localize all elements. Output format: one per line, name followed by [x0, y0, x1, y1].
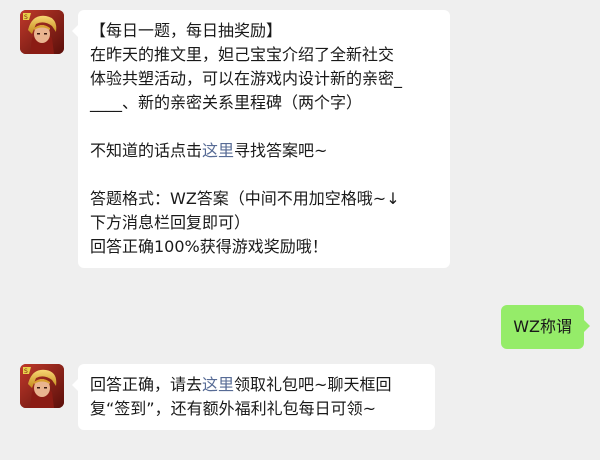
svg-text:S: S — [24, 368, 28, 375]
format-line: 答题格式：WZ答案（中间不用加空格哦~↓ — [90, 189, 400, 208]
user-reply-text: WZ称谓 — [513, 317, 572, 336]
question-header: 【每日一题，每日抽奖励】 — [90, 21, 283, 40]
hint-prefix: 不知道的话点击 — [90, 141, 203, 160]
format-line: 下方消息栏回复即可） — [90, 213, 251, 232]
answer-bubble[interactable]: 回答正确，请去这里领取礼包吧~聊天框回 复“签到”，还有额外福利礼包每日可领~ — [72, 364, 435, 430]
reward-line: 回答正确100%获得游戏奖励哦！ — [90, 237, 328, 256]
answer-suffix: 领取礼包吧~聊天框回 — [234, 375, 392, 394]
hero-portrait-icon: S — [20, 364, 64, 408]
answer-line: 回答正确，请去这里领取礼包吧~聊天框回 — [90, 373, 423, 397]
hero-portrait-icon: S — [20, 10, 64, 54]
sender-avatar[interactable]: S — [20, 364, 64, 408]
user-reply-bubble[interactable]: WZ称谓 — [501, 305, 590, 349]
question-line: 体验共塑活动，可以在游戏内设计新的亲密_ — [90, 69, 403, 88]
answer-prefix: 回答正确，请去 — [90, 375, 203, 394]
question-line: 在昨天的推文里，妲己宝宝介绍了全新社交 — [90, 45, 395, 64]
answer-link[interactable]: 这里 — [202, 141, 234, 160]
hint-suffix: 寻找答案吧~ — [234, 141, 328, 160]
answer-line: 复“签到”，还有额外福利礼包每日可领~ — [90, 399, 376, 418]
hint-line: 不知道的话点击这里寻找答案吧~ — [90, 139, 438, 163]
sender-avatar[interactable]: S — [20, 10, 64, 54]
chat-window: S 【每日一题，每日抽奖励】 在昨天的推文里，妲己宝宝介绍了全新社交 体验共塑活… — [0, 0, 600, 460]
svg-text:S: S — [24, 14, 28, 21]
question-bubble[interactable]: 【每日一题，每日抽奖励】 在昨天的推文里，妲己宝宝介绍了全新社交 体验共塑活动，… — [72, 10, 450, 268]
gift-link[interactable]: 这里 — [202, 375, 234, 394]
question-line: ____、新的亲密关系里程碑（两个字） — [90, 93, 363, 112]
